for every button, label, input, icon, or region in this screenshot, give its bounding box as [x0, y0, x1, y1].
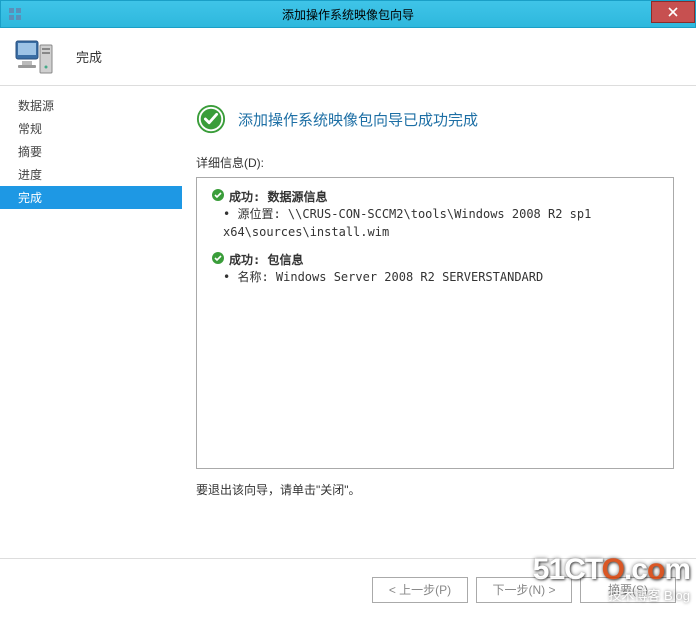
result-line: 源位置: \\CRUS-CON-SCCM2\tools\Windows 2008… [211, 205, 659, 241]
sidebar-item-label: 进度 [18, 168, 42, 182]
details-box[interactable]: 成功: 数据源信息 源位置: \\CRUS-CON-SCCM2\tools\Wi… [196, 177, 674, 469]
completion-header: 添加操作系统映像包向导已成功完成 [196, 104, 674, 134]
titlebar: 添加操作系统映像包向导 [0, 0, 696, 28]
result-line: 名称: Windows Server 2008 R2 SERVERSTANDAR… [211, 268, 659, 286]
app-icon [7, 6, 23, 22]
result-block: 成功: 包信息 名称: Windows Server 2008 R2 SERVE… [211, 251, 659, 286]
result-title: 成功: 包信息 [229, 251, 303, 268]
check-icon [211, 251, 225, 265]
next-button[interactable]: 下一步(N) > [476, 577, 572, 603]
main-content: 添加操作系统映像包向导已成功完成 详细信息(D): 成功: 数据源信息 源位置:… [182, 86, 696, 558]
sidebar-item-label: 完成 [18, 191, 42, 205]
prev-button[interactable]: < 上一步(P) [372, 577, 468, 603]
result-block: 成功: 数据源信息 源位置: \\CRUS-CON-SCCM2\tools\Wi… [211, 188, 659, 241]
sidebar-item-label: 常规 [18, 122, 42, 136]
close-button[interactable] [651, 1, 695, 23]
sidebar-item-label: 数据源 [18, 99, 54, 113]
computer-icon [12, 35, 56, 79]
sidebar: 数据源 常规 摘要 进度 完成 [0, 86, 182, 558]
sidebar-item-general[interactable]: 常规 [0, 117, 182, 140]
sidebar-item-summary[interactable]: 摘要 [0, 140, 182, 163]
wizard-footer: < 上一步(P) 下一步(N) > 摘要(S) [0, 558, 696, 620]
sidebar-item-complete[interactable]: 完成 [0, 186, 182, 209]
check-icon [211, 188, 225, 202]
details-label: 详细信息(D): [196, 154, 674, 171]
summary-button[interactable]: 摘要(S) [580, 577, 676, 603]
close-icon [668, 7, 678, 17]
page-title: 完成 [76, 47, 102, 66]
window-title: 添加操作系统映像包向导 [282, 6, 414, 23]
success-icon [196, 104, 226, 134]
wizard-header: 完成 [0, 28, 696, 86]
exit-instruction: 要退出该向导，请单击"关闭"。 [196, 481, 674, 498]
completion-title: 添加操作系统映像包向导已成功完成 [238, 109, 478, 130]
result-title: 成功: 数据源信息 [229, 188, 327, 205]
sidebar-item-datasource[interactable]: 数据源 [0, 94, 182, 117]
sidebar-item-progress[interactable]: 进度 [0, 163, 182, 186]
sidebar-item-label: 摘要 [18, 145, 42, 159]
wizard-body: 数据源 常规 摘要 进度 完成 添加操作系统映像包向导已成功完成 详细信息(D)… [0, 86, 696, 558]
